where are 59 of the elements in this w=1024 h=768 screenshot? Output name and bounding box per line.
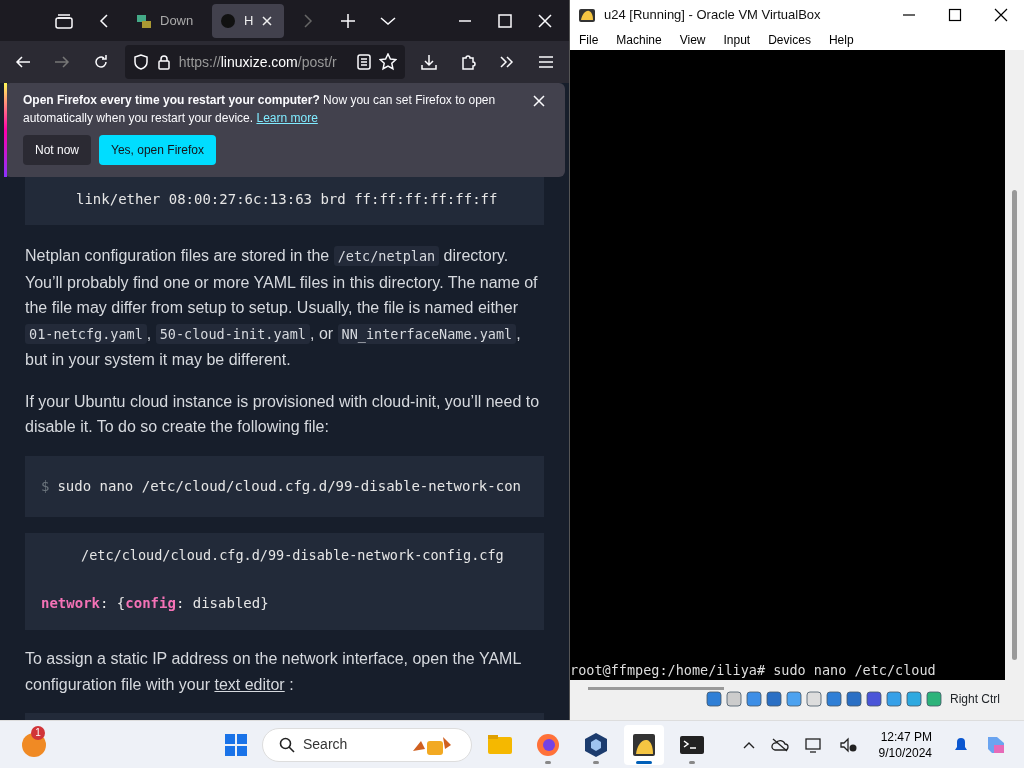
chevron-up-icon[interactable] xyxy=(742,740,755,749)
paragraph: Netplan configuration files are stored in the /etc/netplan directory. You’ll probably find one or more YAML files in this directory. The name of the file may differ from setup to setup. Usually, the file is named either 01-netcfg.yaml , 50-cloud-init.yaml , or NN_interfaceName.yaml , but in your system it may be different. xyxy=(25,245,539,371)
close-icon xyxy=(994,8,1008,22)
minimize-icon xyxy=(458,19,472,22)
extensions-icon xyxy=(459,54,476,71)
lock-icon[interactable] xyxy=(156,54,171,71)
command-text: sudo nano /etc/cloud/cloud.cfg.d/99-disable-network-con xyxy=(57,476,522,496)
more-tools-icon xyxy=(498,55,515,70)
minimize-icon xyxy=(902,14,916,16)
paragraph: If your Ubuntu cloud instance is provisioned with cloud-init, you’ll need to disable it. To do so create the following file: xyxy=(25,391,541,438)
close-icon xyxy=(538,13,552,28)
confirm-button[interactable]: Yes, open Firefox xyxy=(99,134,216,165)
notification-message: Open Firefox every time you restart your computer? Now you can set Firefox to open automatically when you restart your device. Learn more xyxy=(23,91,497,127)
maximize-icon xyxy=(498,13,512,28)
downloads-icon xyxy=(420,54,437,71)
browser-tab[interactable]: Down xyxy=(128,3,204,38)
menu-item[interactable]: View xyxy=(670,31,715,49)
browser-tab[interactable]: H xyxy=(212,3,284,38)
learn-more-link[interactable]: Learn more xyxy=(256,110,318,125)
horizontal-scrollbar-thumb[interactable] xyxy=(588,687,724,690)
reload-icon xyxy=(93,54,110,71)
dismiss-button[interactable]: Not now xyxy=(23,134,92,165)
prompt-symbol: $ xyxy=(41,476,50,496)
clock[interactable]: 12:47 PM 9/10/2024 xyxy=(872,727,938,762)
text-editor-link[interactable]: text editor xyxy=(214,675,285,693)
tab-overview-icon xyxy=(55,12,73,29)
scroll-right-icon xyxy=(302,12,314,29)
terminal-screen[interactable]: root@ffmpeg:/home/iliya# sudo nano /etc/cloud xyxy=(570,50,1005,680)
scrollbar-thumb[interactable] xyxy=(1012,190,1017,660)
scroll-left-icon xyxy=(98,12,110,29)
maximize-icon xyxy=(948,8,962,22)
menu-item[interactable]: Help xyxy=(819,31,863,49)
paragraph: To assign a static IP address on the network interface, open the YAML configuration file with your text editor : xyxy=(25,649,522,695)
shield-icon[interactable] xyxy=(132,54,149,71)
menu-icon xyxy=(537,55,554,70)
taskbar-app-button[interactable] xyxy=(624,724,664,765)
code-line: network: {config: disabled} xyxy=(41,593,270,613)
virtualbox-icon xyxy=(582,730,610,759)
window-title: u24 [Running] - Oracle VM VirtualBox xyxy=(604,6,822,25)
virtualbox-vm-icon xyxy=(578,7,596,23)
menu-item[interactable]: Devices xyxy=(759,31,820,49)
host-key-label: Right Ctrl xyxy=(950,691,1000,708)
notification-badge: 1 xyxy=(31,726,45,740)
menu-item[interactable]: File xyxy=(570,31,608,49)
bell-icon[interactable] xyxy=(954,736,968,753)
speaker-muted-icon[interactable] xyxy=(838,736,857,753)
tab-list-icon xyxy=(380,15,396,26)
search-box[interactable]: Search xyxy=(262,727,472,762)
reader-view-icon[interactable] xyxy=(357,54,372,71)
cloud-offline-icon[interactable] xyxy=(770,737,789,752)
close-icon[interactable] xyxy=(261,14,274,27)
star-icon[interactable] xyxy=(379,53,398,72)
terminal-line: root@ffmpeg:/home/iliya# sudo nano /etc/cloud xyxy=(570,660,937,680)
search-icon xyxy=(279,736,295,753)
favicon-icon xyxy=(220,12,236,29)
new-tab-icon xyxy=(340,12,356,29)
file-name: /etc/cloud/cloud.cfg.d/99-disable-network-config.cfg xyxy=(80,546,505,566)
menu-item[interactable]: Input xyxy=(714,31,760,49)
menu-item[interactable]: Machine xyxy=(607,31,671,49)
